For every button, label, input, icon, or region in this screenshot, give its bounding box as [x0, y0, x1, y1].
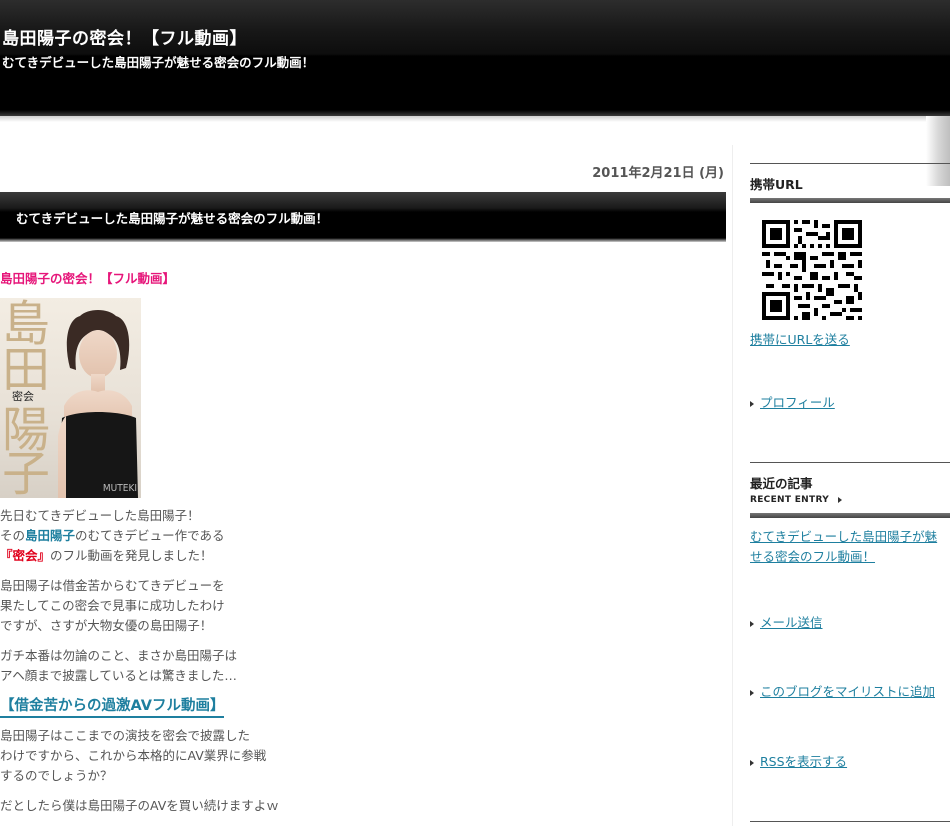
cover-kanji: 島	[2, 298, 51, 352]
bullet-arrow-icon	[750, 620, 754, 627]
mylist-item: このブログをマイリストに追加	[750, 681, 935, 700]
profile-link[interactable]: プロフィール	[760, 395, 835, 410]
chevron-right-icon	[838, 496, 843, 503]
post-body: 先日むてきデビューした島田陽子！ その島田陽子のむてきデビュー作である 『密会』…	[0, 506, 720, 826]
bullet-arrow-icon	[750, 400, 754, 407]
recent-entry-line: むてきデビューした島田陽子が魅	[750, 529, 938, 544]
right-edge-decoration	[926, 116, 950, 186]
text-line: のフル動画を発見しました！	[50, 548, 213, 563]
mail-item: メール送信	[750, 612, 823, 631]
full-video-link[interactable]: 【借金苦からの過激AVフル動画】	[0, 696, 225, 718]
mail-send-link[interactable]: メール送信	[760, 615, 823, 630]
cover-kanji: 子	[2, 446, 51, 498]
send-mobile-url-link[interactable]: 携帯にURLを送る	[750, 332, 850, 347]
qr-code-icon	[762, 220, 862, 320]
recent-entry-link[interactable]: むてきデビューした島田陽子が魅 せる密会のフル動画！	[750, 529, 937, 564]
bullet-arrow-icon	[750, 759, 754, 766]
post-title[interactable]: むてきデビューした島田陽子が魅せる密会のフル動画！	[16, 208, 328, 227]
recent-entries-heading: 最近の記事	[750, 476, 813, 491]
text-line: ガチ本番は勿論のこと、まさか島田陽子は	[0, 648, 238, 663]
paragraph: 先日むてきデビューした島田陽子！ その島田陽子のむてきデビュー作である 『密会』…	[0, 506, 720, 566]
post-subtitle: 島田陽子の密会！【フル動画】	[0, 271, 176, 286]
cover-brand: MUTEKI	[102, 483, 137, 494]
keyword-link[interactable]: 島田陽子	[25, 528, 75, 543]
sidebar-rule	[750, 462, 950, 463]
paragraph: ガチ本番は勿論のこと、まさか島田陽子は アヘ顔まで披露しているとは驚きました…	[0, 646, 720, 686]
mobile-url-heading: 携帯URL	[750, 177, 803, 192]
send-mobile-url: 携帯にURLを送る	[750, 330, 850, 350]
cover-portrait	[58, 310, 138, 498]
sidebar-heading-bar	[750, 513, 950, 518]
text-line: だとしたら僕は島田陽子のAVを買い続けますよｗ	[0, 798, 279, 813]
dvd-cover-image[interactable]: 島 田 密会 陽 子 MUTEKI	[0, 298, 141, 498]
text-line: アヘ顔まで披露しているとは驚きました…	[0, 668, 237, 683]
recent-entries-subheading: RECENT ENTRY	[750, 495, 843, 505]
text-line: その	[0, 528, 26, 543]
recent-entries-sub-label: RECENT ENTRY	[750, 495, 830, 505]
text-line: のむてきデビュー作である	[75, 528, 225, 543]
text-line: ですが、さすが大物女優の島田陽子！	[0, 618, 213, 633]
site-header: 島田陽子の密会！【フル動画】 むてきデビューした島田陽子が魅せる密会のフル動画！	[0, 0, 950, 116]
sidebar-heading-bar	[750, 198, 950, 203]
cover-kanji: 田	[2, 342, 51, 398]
post-date: 2011年2月21日 (月)	[592, 166, 724, 181]
rss-item: RSSを表示する	[750, 751, 847, 770]
sidebar-rule	[750, 163, 950, 164]
add-to-mylist-link[interactable]: このブログをマイリストに追加	[760, 684, 935, 699]
profile-item: プロフィール	[750, 392, 835, 411]
text-line: わけですから、これから本格的にAV業界に参戦	[0, 748, 267, 763]
paragraph: 島田陽子は借金苦からむてきデビューを 果たしてこの密会で見事に成功したわけ です…	[0, 576, 720, 636]
paragraph: だとしたら僕は島田陽子のAVを買い続けますよｗ	[0, 796, 720, 816]
text-line: 島田陽子はここまでの演技を密会で披露した	[0, 728, 251, 743]
text-line: 果たしてこの密会で見事に成功したわけ	[0, 598, 225, 613]
site-description: むてきデビューした島田陽子が魅せる密会のフル動画！	[2, 55, 315, 70]
text-line: するのでしょうか？	[0, 768, 113, 783]
text-line: 先日むてきデビューした島田陽子！	[0, 508, 200, 523]
column-divider	[732, 145, 733, 826]
keyword-highlight: 『密会』	[0, 548, 51, 563]
text-line: 島田陽子は借金苦からむてきデビューを	[0, 578, 225, 593]
bullet-arrow-icon	[750, 689, 754, 696]
recent-entry-line: せる密会のフル動画！	[750, 549, 876, 564]
site-title[interactable]: 島田陽子の密会！【フル動画】	[2, 24, 247, 49]
sidebar-rule	[750, 821, 950, 822]
header-shadow	[0, 116, 950, 122]
paragraph: 島田陽子はここまでの演技を密会で披露した わけですから、これから本格的にAV業界…	[0, 726, 720, 786]
rss-link[interactable]: RSSを表示する	[760, 754, 847, 769]
post-title-bar: むてきデビューした島田陽子が魅せる密会のフル動画！	[0, 192, 726, 242]
recent-entry-item: むてきデビューした島田陽子が魅 せる密会のフル動画！	[750, 527, 950, 567]
